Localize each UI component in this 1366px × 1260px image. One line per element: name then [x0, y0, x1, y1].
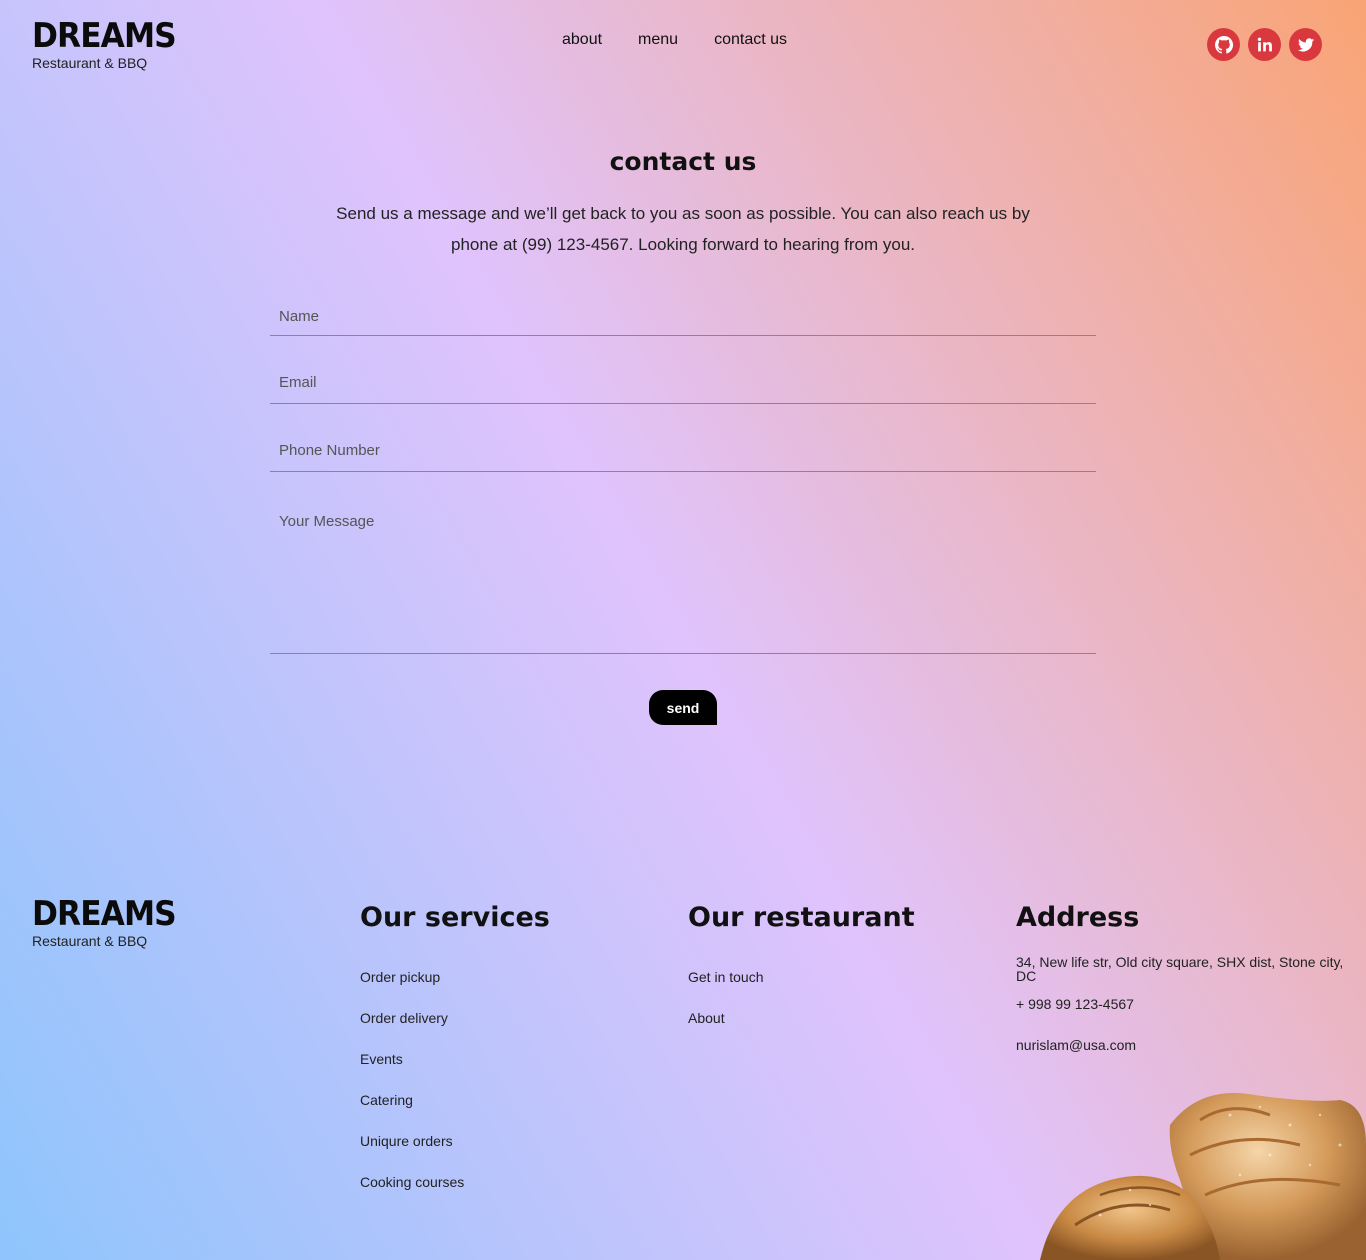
address-phone: + 998 99 123-4567 — [1016, 996, 1134, 1012]
social-links — [1207, 28, 1322, 61]
name-input[interactable] — [270, 292, 1096, 336]
address-heading: Address — [1016, 902, 1140, 933]
message-input[interactable] — [270, 496, 1096, 652]
restaurant-heading: Our restaurant — [688, 902, 915, 933]
footer-logo[interactable]: DREAMS Restaurant & BBQ — [32, 897, 188, 949]
name-field — [270, 292, 1096, 336]
croissant-image — [1040, 1093, 1366, 1260]
message-field — [270, 496, 1096, 654]
services-link-order-pickup[interactable]: Order pickup — [360, 967, 550, 1008]
footer-address: Address 34, New life str, Old city squar… — [1016, 902, 1346, 1052]
footer-restaurant: Our restaurant Get in touch About — [688, 902, 915, 1049]
brand-name: DREAMS — [32, 16, 177, 56]
send-button[interactable]: send — [649, 690, 717, 725]
nav-about-link[interactable]: about — [562, 31, 602, 49]
contact-title: contact us — [609, 147, 757, 176]
contact-intro: Send us a message and we’ll get back to … — [336, 204, 1030, 254]
services-link-catering[interactable]: Catering — [360, 1090, 550, 1131]
linkedin-link[interactable] — [1248, 28, 1281, 61]
footer-brand-tagline: Restaurant & BBQ — [32, 933, 148, 949]
twitter-link[interactable] — [1289, 28, 1322, 61]
services-link-unique-orders[interactable]: Uniqure orders — [360, 1131, 550, 1172]
main-nav: about menu contact us — [562, 31, 787, 49]
github-icon — [1214, 35, 1233, 54]
brand-logo[interactable]: DREAMS Restaurant & BBQ — [32, 19, 188, 71]
services-link-cooking-courses[interactable]: Cooking courses — [360, 1172, 550, 1213]
phone-field — [270, 428, 1096, 472]
brand-tagline: Restaurant & BBQ — [32, 55, 148, 71]
address-email[interactable]: nurislam@usa.com — [1016, 1038, 1346, 1052]
restaurant-link-about[interactable]: About — [688, 1008, 915, 1049]
footer-brand-name: DREAMS — [32, 894, 177, 934]
services-link-events[interactable]: Events — [360, 1049, 550, 1090]
address-street: 34, New life str, Old city square, SHX d… — [1016, 954, 1344, 984]
services-link-order-delivery[interactable]: Order delivery — [360, 1008, 550, 1049]
linkedin-icon — [1257, 37, 1272, 51]
footer-services: Our services Order pickup Order delivery… — [360, 902, 550, 1213]
nav-contact-link[interactable]: contact us — [714, 31, 787, 49]
email-field — [270, 360, 1096, 404]
twitter-icon — [1297, 37, 1314, 52]
services-heading: Our services — [360, 902, 550, 933]
nav-menu-link[interactable]: menu — [638, 31, 678, 49]
phone-input[interactable] — [270, 428, 1096, 472]
email-input[interactable] — [270, 360, 1096, 404]
github-link[interactable] — [1207, 28, 1240, 61]
restaurant-link-get-in-touch[interactable]: Get in touch — [688, 967, 915, 1008]
